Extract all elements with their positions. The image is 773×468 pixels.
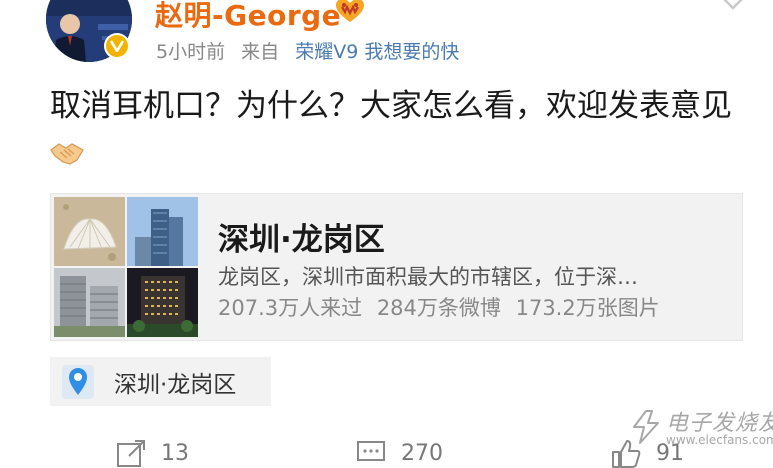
location-card-stats: 207.3万人来过 284万条微博 173.2万张图片 bbox=[218, 292, 660, 322]
post-body: 取消耳机口？为什么？大家怎么看，欢迎发表意见 bbox=[50, 88, 732, 124]
photo-count: 173.2万张图片 bbox=[515, 296, 660, 320]
watermark: 电子发烧友 www.elecfans.com bbox=[620, 405, 773, 453]
verified-badge-icon bbox=[104, 33, 130, 59]
location-card-description: 龙岗区，深圳市面积最大的市辖区，位于深… bbox=[218, 265, 638, 289]
comment-button[interactable]: 270 bbox=[355, 438, 443, 468]
watermark-url: www.elecfans.com bbox=[666, 433, 773, 447]
post-time: 5小时前 bbox=[156, 41, 226, 63]
post-count: 284万条微博 bbox=[376, 296, 501, 320]
location-tag-label: 深圳·龙岗区 bbox=[114, 371, 237, 398]
chevron-down-icon[interactable] bbox=[716, 0, 750, 14]
comment-count: 270 bbox=[401, 440, 443, 466]
vip-member-icon[interactable] bbox=[335, 0, 365, 24]
repost-button[interactable]: 13 bbox=[115, 438, 189, 468]
thumbnail-shells bbox=[54, 197, 125, 266]
location-tag[interactable]: 深圳·龙岗区 bbox=[50, 357, 271, 406]
thumbnail-tower bbox=[127, 197, 198, 266]
comment-icon bbox=[357, 441, 385, 461]
location-pin-icon bbox=[62, 364, 94, 399]
author-name[interactable]: 赵明-George bbox=[155, 0, 341, 34]
post-text: 取消耳机口？为什么？大家怎么看，欢迎发表意见 bbox=[50, 82, 750, 178]
location-thumbnails bbox=[54, 197, 198, 337]
source-link[interactable]: 荣耀V9 我想要的快 bbox=[295, 41, 459, 63]
thumbnail-buildings bbox=[54, 268, 125, 337]
location-card-title: 深圳·龙岗区 bbox=[218, 222, 385, 258]
handshake-emoji bbox=[50, 143, 84, 165]
repost-count: 13 bbox=[161, 440, 189, 466]
watermark-logo-icon bbox=[633, 410, 659, 444]
repost-icon bbox=[117, 440, 145, 467]
source-prefix: 来自 bbox=[241, 41, 280, 63]
post-meta: 5小时前 来自 荣耀V9 我想要的快 bbox=[156, 37, 459, 64]
location-card[interactable]: 深圳·龙岗区 龙岗区，深圳市面积最大的市辖区，位于深… 207.3万人来过 28… bbox=[50, 193, 743, 341]
visitor-count: 207.3万人来过 bbox=[218, 296, 363, 320]
thumbnail-night-hotel bbox=[127, 268, 198, 337]
